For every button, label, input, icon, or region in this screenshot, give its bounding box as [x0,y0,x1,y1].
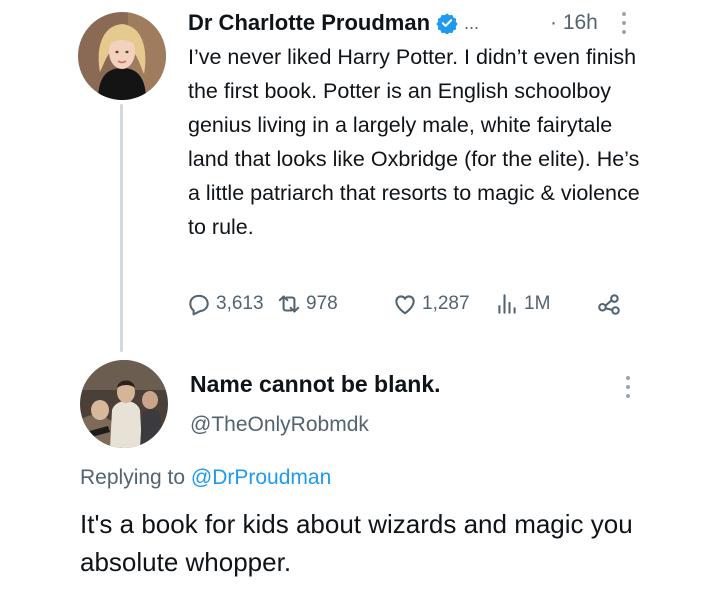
replying-to-line: Replying to @DrProudman [80,466,331,490]
repost-count: 978 [306,293,338,314]
views-button[interactable]: 1M [494,287,550,321]
reply-more-options-icon[interactable] [624,374,632,400]
reply-author-avatar[interactable] [80,360,168,448]
repost-icon [278,295,300,313]
tweet-header: Dr Charlotte Proudman ... [188,8,479,38]
more-options-icon[interactable] [620,10,628,36]
like-button[interactable]: 1,287 [392,287,470,321]
heart-icon [395,295,415,315]
reply-button[interactable]: 3,613 [186,287,264,321]
share-button[interactable] [596,287,622,321]
tweet-timestamp[interactable]: · 16h [550,8,598,38]
author-avatar[interactable] [78,12,166,100]
replying-to-label: Replying to [80,466,186,489]
tweet-actions: 3,613 978 1,287 1M [186,287,636,321]
share-icon [598,294,620,315]
like-count: 1,287 [422,293,470,314]
tweet-text: I’ve never liked Harry Potter. I didn’t … [188,45,640,239]
repost-button[interactable]: 978 [276,287,338,321]
author-name[interactable]: Dr Charlotte Proudman [188,10,430,36]
reply-count: 3,613 [216,293,264,314]
reply-icon [189,294,209,316]
reply-author-name[interactable]: Name cannot be blank. [190,371,441,398]
thread-line [120,104,123,352]
views-chart-icon [498,294,516,314]
replying-to-mention[interactable]: @DrProudman [191,466,331,489]
reply-text: It's a book for kids about wizards and m… [80,509,633,577]
reply-author-handle[interactable]: @TheOnlyRobmdk [190,413,369,437]
name-truncation-ellipsis: ... [464,12,480,33]
views-count: 1M [524,293,551,314]
verified-badge-icon [436,12,458,34]
